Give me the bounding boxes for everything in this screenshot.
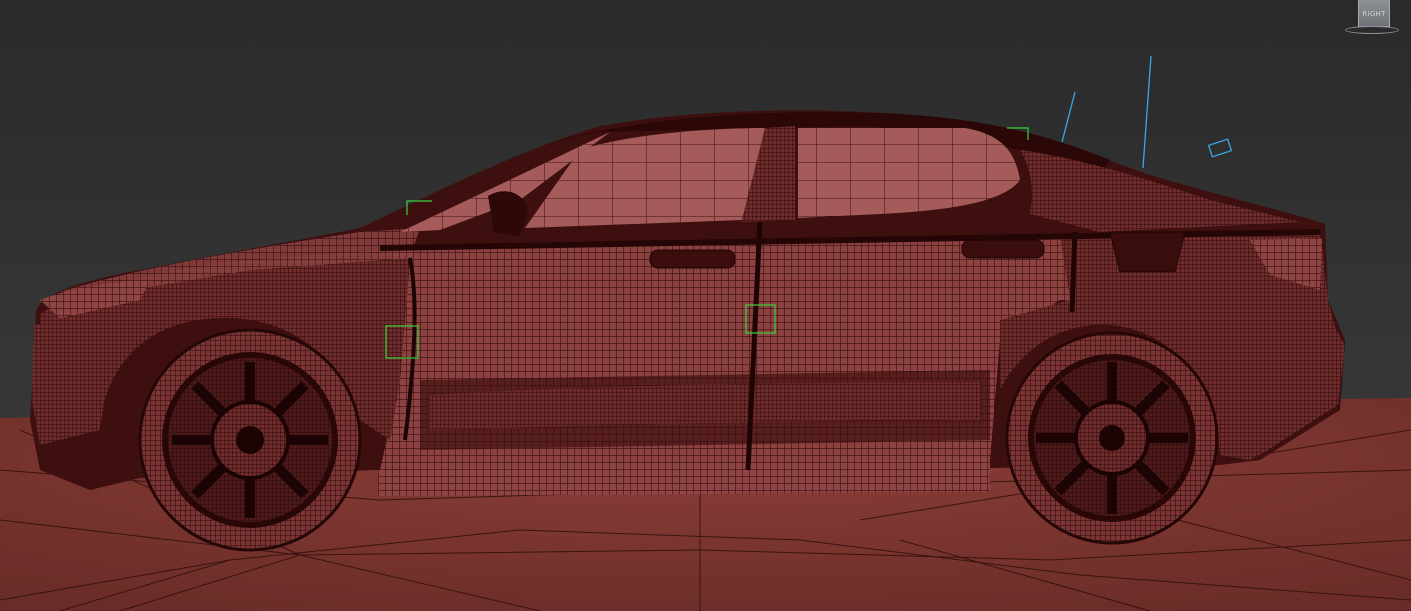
rear-wheel[interactable] [1005,331,1219,545]
3d-viewport[interactable]: RIGHT [0,0,1411,611]
viewcube-face[interactable]: RIGHT [1358,0,1390,27]
viewcube[interactable]: RIGHT [1345,0,1401,40]
front-wheel[interactable] [138,328,362,552]
viewcube-compass-ring[interactable] [1345,26,1399,34]
light-helper[interactable] [1061,55,1233,169]
viewport-scene[interactable] [0,0,1411,611]
